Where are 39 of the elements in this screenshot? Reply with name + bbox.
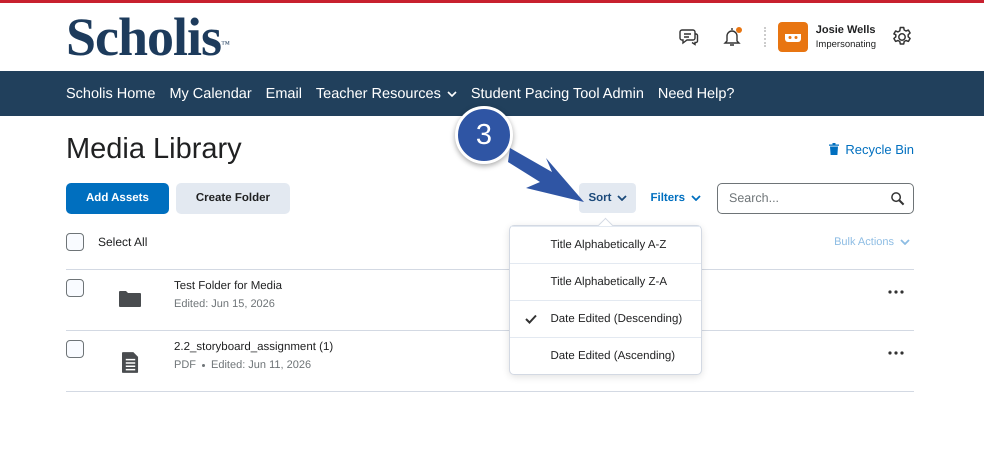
select-all-checkbox[interactable]: [66, 232, 84, 250]
user-role: Impersonating: [816, 39, 876, 50]
nav-link[interactable]: Teacher Resources: [316, 86, 457, 102]
sort-option[interactable]: Title Alphabetically A-Z: [510, 226, 702, 263]
item-title[interactable]: Test Folder for Media: [174, 280, 282, 292]
item-checkbox[interactable]: [66, 279, 84, 297]
filters-button[interactable]: Filters: [650, 192, 701, 204]
item-meta: PDF: [174, 359, 196, 371]
nav-link[interactable]: Email: [266, 86, 302, 102]
avatar-icon[interactable]: [778, 22, 808, 52]
nav-link[interactable]: Need Help?: [658, 86, 734, 102]
item-meta: Edited: Jun 15, 2026: [174, 298, 275, 310]
folder-icon: [119, 291, 141, 307]
more-icon[interactable]: [888, 351, 904, 355]
item-checkbox[interactable]: [66, 340, 84, 358]
item-title[interactable]: 2.2_storyboard_assignment (1): [174, 341, 334, 353]
more-icon[interactable]: [888, 290, 904, 294]
item-meta: Edited: Jun 11, 2026: [211, 359, 312, 371]
sort-button[interactable]: Sort: [579, 183, 636, 213]
step-badge: 3: [455, 106, 513, 164]
sort-option[interactable]: Title Alphabetically Z-A: [510, 263, 702, 300]
user-name[interactable]: Josie Wells: [816, 24, 876, 36]
sort-option[interactable]: Date Edited (Ascending): [510, 337, 702, 374]
nav-link[interactable]: Student Pacing Tool Admin: [470, 86, 644, 102]
nav-link[interactable]: Scholis Home: [66, 86, 156, 102]
search-icon[interactable]: [890, 190, 905, 206]
recycle-bin-link[interactable]: Recycle Bin: [829, 142, 914, 156]
page-title: Media Library: [66, 132, 242, 166]
document-icon: [122, 352, 138, 373]
search-field[interactable]: Search...: [717, 182, 914, 214]
sort-option[interactable]: Date Edited (Descending): [510, 300, 702, 337]
select-all-label[interactable]: Select All: [98, 234, 148, 248]
caret-icon[interactable]: [617, 195, 628, 201]
logo[interactable]: Scholis$^{™}$: [66, 10, 230, 64]
caret-icon[interactable]: [691, 195, 701, 201]
nav-link[interactable]: My Calendar: [169, 86, 252, 102]
create-folder-button[interactable]: Create Folder: [176, 182, 290, 214]
add-assets-button[interactable]: Add Assets: [66, 182, 169, 214]
trash-icon[interactable]: [829, 143, 840, 155]
